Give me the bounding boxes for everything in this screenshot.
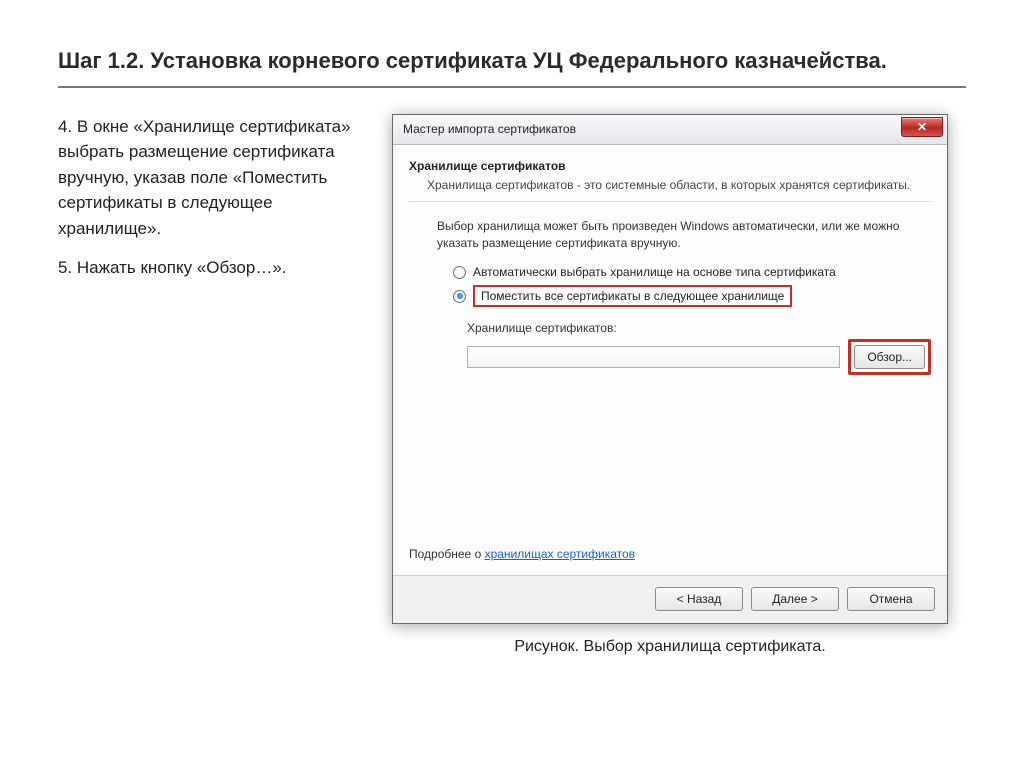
radio-manual-row[interactable]: Поместить все сертификаты в следующее хр… (453, 285, 931, 307)
page-heading: Шаг 1.2. Установка корневого сертификата… (58, 46, 966, 88)
instruction-panel: 4. В окне «Хранилище сертификата» выбрат… (58, 114, 358, 293)
back-button[interactable]: < Назад (655, 587, 743, 611)
section-subtitle: Хранилища сертификатов - это системные о… (427, 177, 931, 193)
close-icon: ✕ (917, 120, 927, 134)
next-button[interactable]: Далее > (751, 587, 839, 611)
browse-highlight: Обзор... (848, 339, 931, 375)
divider (409, 201, 931, 202)
wizard-window: Мастер импорта сертификатов ✕ Хранилище … (392, 114, 948, 624)
learn-more-row: Подробнее о хранилищах сертификатов (409, 547, 635, 561)
instruction-step-4: 4. В окне «Хранилище сертификата» выбрат… (58, 114, 358, 242)
close-button[interactable]: ✕ (901, 117, 943, 137)
radio-auto-row[interactable]: Автоматически выбрать хранилище на основ… (453, 265, 931, 279)
store-input[interactable] (467, 346, 840, 368)
radio-auto-label: Автоматически выбрать хранилище на основ… (473, 265, 836, 279)
info-paragraph: Выбор хранилища может быть произведен Wi… (437, 218, 931, 252)
section-title: Хранилище сертификатов (409, 159, 931, 173)
learn-more-link[interactable]: хранилищах сертификатов (485, 547, 635, 561)
titlebar[interactable]: Мастер импорта сертификатов ✕ (393, 115, 947, 145)
learn-more-prefix: Подробнее о (409, 547, 485, 561)
radio-manual-label: Поместить все сертификаты в следующее хр… (473, 285, 792, 307)
wizard-footer: < Назад Далее > Отмена (393, 575, 947, 623)
instruction-step-5: 5. Нажать кнопку «Обзор…». (58, 255, 358, 281)
radio-icon (453, 290, 466, 303)
radio-icon (453, 266, 466, 279)
window-title: Мастер импорта сертификатов (403, 122, 576, 136)
browse-button[interactable]: Обзор... (854, 345, 925, 369)
figure-caption: Рисунок. Выбор хранилища сертификата. (392, 638, 948, 656)
cancel-button[interactable]: Отмена (847, 587, 935, 611)
store-field-label: Хранилище сертификатов: (467, 321, 931, 335)
